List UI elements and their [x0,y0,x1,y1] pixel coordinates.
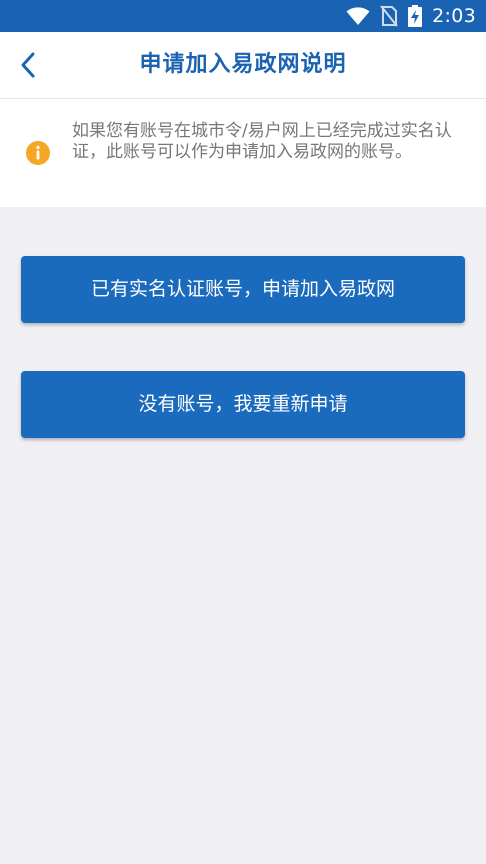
notice-text: 如果您有账号在城市令/易户网上已经完成过实名认证，此账号可以作为申请加入易政网的… [72,121,452,162]
info-icon [26,141,50,165]
status-icons: 2:03 [346,0,476,32]
page-title: 申请加入易政网说明 [139,52,347,77]
nav-bar: 申请加入易政网说明 [0,32,486,99]
new-application-button[interactable]: 没有账号，我要重新申请 [21,371,465,438]
status-bar: 2:03 [0,0,486,32]
wifi-icon [346,7,370,25]
no-sim-icon [380,5,398,27]
status-time: 2:03 [432,5,476,27]
battery-charging-icon [408,5,423,27]
apply-with-existing-account-button[interactable]: 已有实名认证账号，申请加入易政网 [21,256,465,323]
